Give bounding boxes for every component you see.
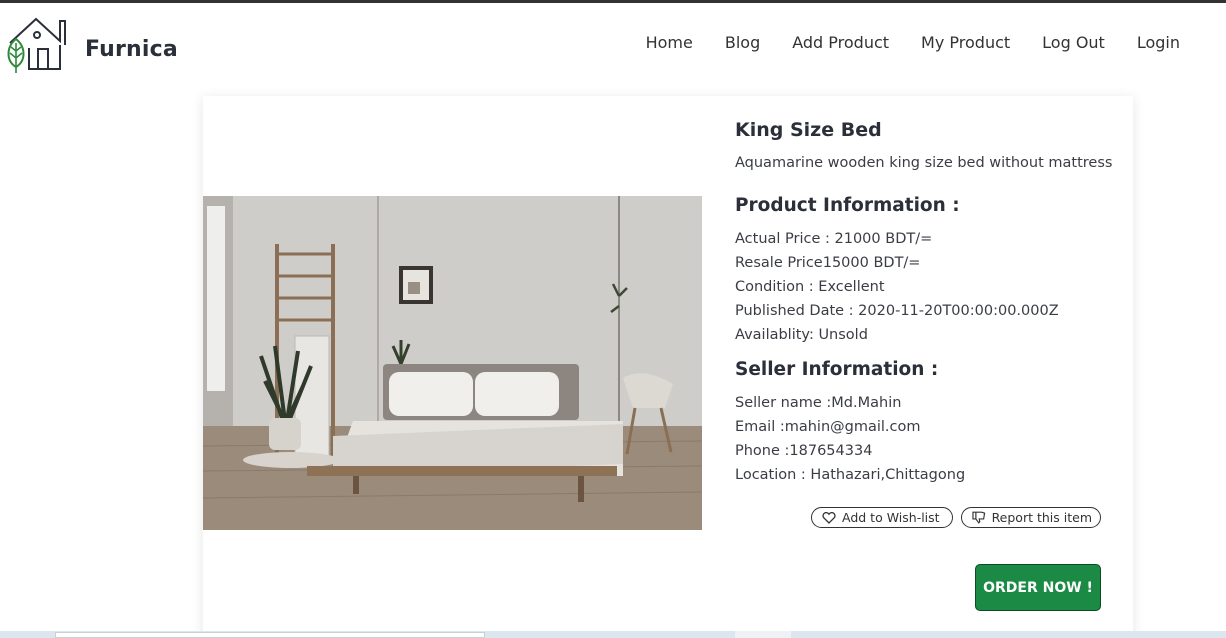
resale-price: Resale Price15000 BDT/= [735,255,921,271]
nav-add-product[interactable]: Add Product [776,33,905,52]
product-description: Aquamarine wooden king size bed without … [735,155,1113,171]
nav-login[interactable]: Login [1121,33,1196,52]
condition: Condition : Excellent [735,279,885,295]
availability: Availablity: Unsold [735,327,868,343]
wishlist-label: Add to Wish-list [842,510,940,525]
heart-icon [822,511,836,524]
product-info-heading: Product Information : [735,195,960,216]
order-now-button[interactable]: ORDER NOW ! [975,564,1101,611]
bottom-block [735,631,791,638]
published-date: Published Date : 2020-11-20T00:00:00.000… [735,303,1059,319]
thumbs-down-icon [972,511,986,524]
site-header: Furnica Home Blog Add Product My Product… [0,3,1226,91]
bottom-input-edge [55,632,485,638]
add-to-wishlist-button[interactable]: Add to Wish-list [811,507,953,528]
nav-home[interactable]: Home [630,33,709,52]
seller-phone: Phone :187654334 [735,443,873,459]
nav-blog[interactable]: Blog [709,33,776,52]
report-label: Report this item [991,510,1092,525]
product-card: King Size Bed Aquamarine wooden king siz… [203,96,1133,638]
product-title: King Size Bed [735,119,882,141]
nav-log-out[interactable]: Log Out [1026,33,1121,52]
actual-price: Actual Price : 21000 BDT/= [735,231,933,247]
house-leaf-logo-icon[interactable] [2,15,70,73]
seller-email: Email :mahin@gmail.com [735,419,921,435]
product-image [203,196,702,530]
brand-name[interactable]: Furnica [85,37,178,62]
main-nav: Home Blog Add Product My Product Log Out… [630,33,1196,52]
seller-info-heading: Seller Information : [735,359,939,380]
bottom-strip [0,631,1226,638]
nav-my-product[interactable]: My Product [905,33,1026,52]
report-item-button[interactable]: Report this item [961,507,1101,528]
seller-name: Seller name :Md.Mahin [735,395,902,411]
seller-location: Location : Hathazari,Chittagong [735,467,966,483]
